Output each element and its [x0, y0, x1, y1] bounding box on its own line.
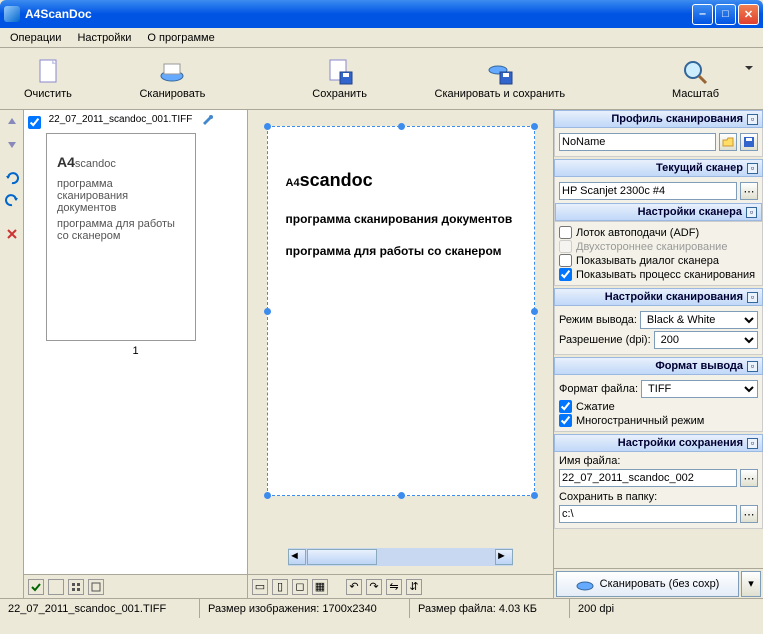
vertical-toolbar — [0, 110, 24, 598]
adf-checkbox[interactable]: Лоток автоподачи (ADF) — [559, 226, 758, 239]
profile-name-input[interactable] — [559, 133, 716, 151]
move-down-icon[interactable] — [4, 136, 20, 152]
scanner-icon — [158, 58, 186, 86]
thumbnail-panel: 22_07_2011_scandoc_001.TIFF A4scandoc пр… — [24, 110, 248, 598]
fit-width-icon[interactable]: ▭ — [252, 579, 268, 595]
collapse-icon[interactable]: ▫ — [747, 361, 758, 372]
uncheck-all-icon[interactable] — [48, 579, 64, 595]
scroll-left-icon[interactable]: ◄ — [288, 549, 306, 565]
folder-browse-button[interactable]: ⋯ — [740, 505, 758, 523]
save-button[interactable]: Сохранить — [298, 54, 381, 104]
status-bar: 22_07_2011_scandoc_001.TIFF Размер изобр… — [0, 598, 763, 618]
thumb-config-icon[interactable] — [200, 114, 214, 128]
multipage-checkbox[interactable]: Многостраничный режим — [559, 414, 758, 427]
thumb-checkbox[interactable] — [28, 116, 41, 129]
preview-area: A4scandoc программа сканирования докумен… — [248, 110, 553, 598]
collapse-icon[interactable]: ▫ — [747, 114, 758, 125]
status-filesize: Размер файла: 4.03 КБ — [410, 599, 570, 618]
scroll-right-icon[interactable]: ► — [495, 549, 513, 565]
close-button[interactable]: ✕ — [738, 4, 759, 25]
progress-checkbox[interactable]: Показывать процесс сканирования — [559, 268, 758, 281]
scanner-opts-header[interactable]: Настройки сканера▫ — [555, 203, 762, 221]
scan-nosave-button[interactable]: Сканировать (без сохр) — [556, 571, 739, 597]
scan-button[interactable]: Сканировать — [125, 54, 219, 104]
preview-hscroll[interactable]: ◄ ► — [288, 548, 513, 566]
format-header[interactable]: Формат вывода▫ — [554, 357, 763, 375]
thumb-toolbar — [24, 574, 247, 598]
check-all-icon[interactable] — [28, 579, 44, 595]
thumb-filename: 22_07_2011_scandoc_001.TIFF — [43, 114, 198, 125]
app-icon — [4, 6, 20, 22]
status-dpi: 200 dpi — [570, 599, 763, 618]
preview-page[interactable]: A4scandoc программа сканирования докумен… — [267, 126, 535, 496]
profile-header[interactable]: Профиль сканирования▫ — [554, 110, 763, 128]
preview-toolbar: ▭ ▯ ◻ ▦ ↶ ↷ ⇋ ⇵ — [248, 574, 553, 598]
main-toolbar: Очистить Сканировать Сохранить Сканирова… — [0, 48, 763, 110]
move-up-icon[interactable] — [4, 114, 20, 130]
page-icon — [34, 58, 62, 86]
grid-icon[interactable]: ▦ — [312, 579, 328, 595]
zoom-100-icon[interactable]: ◻ — [292, 579, 308, 595]
scan-save-button[interactable]: Сканировать и сохранить — [421, 54, 580, 104]
collapse-icon[interactable]: ▫ — [747, 438, 758, 449]
maximize-button[interactable]: □ — [715, 4, 736, 25]
compress-checkbox[interactable]: Сжатие — [559, 400, 758, 413]
toolbar-overflow-icon[interactable] — [745, 66, 753, 70]
minimize-button[interactable]: ‒ — [692, 4, 713, 25]
filename-browse-button[interactable]: ⋯ — [740, 469, 758, 487]
titlebar: A4ScanDoc ‒ □ ✕ — [0, 0, 763, 28]
scan-dropdown-button[interactable]: ▾ — [741, 571, 761, 597]
menu-about[interactable]: О программе — [141, 30, 220, 46]
rotate-left-icon[interactable] — [4, 170, 20, 186]
status-filename: 22_07_2011_scandoc_001.TIFF — [0, 599, 200, 618]
thumbnail-item[interactable]: 22_07_2011_scandoc_001.TIFF — [28, 114, 243, 129]
thumbnail-preview[interactable]: A4scandoc программа сканирования докумен… — [46, 133, 196, 341]
rotate-right-icon[interactable] — [4, 192, 20, 208]
filename-input[interactable] — [559, 469, 737, 487]
savesettings-header[interactable]: Настройки сохранения▫ — [554, 434, 763, 452]
folder-input[interactable] — [559, 505, 737, 523]
rotate-cw-icon[interactable]: ↷ — [366, 579, 382, 595]
app-title: A4ScanDoc — [25, 7, 692, 21]
grid-small-icon[interactable] — [68, 579, 84, 595]
save-profile-icon[interactable] — [740, 133, 758, 151]
save-icon — [326, 58, 354, 86]
duplex-checkbox: Двухстороннее сканирование — [559, 240, 758, 253]
fit-page-icon[interactable]: ▯ — [272, 579, 288, 595]
menu-settings[interactable]: Настройки — [71, 30, 137, 46]
mode-select[interactable]: Black & White — [640, 311, 758, 329]
scanner-icon — [576, 577, 594, 591]
menu-operations[interactable]: Операции — [4, 30, 67, 46]
open-profile-icon[interactable] — [719, 133, 737, 151]
clear-button[interactable]: Очистить — [10, 54, 86, 104]
collapse-icon[interactable]: ▫ — [747, 163, 758, 174]
zoom-button[interactable]: Масштаб — [658, 54, 733, 104]
dpi-select[interactable]: 200 — [654, 331, 758, 349]
scanner-name-input[interactable] — [559, 182, 737, 200]
delete-icon[interactable] — [4, 226, 20, 242]
dialog-checkbox[interactable]: Показывать диалог сканера — [559, 254, 758, 267]
magnifier-icon — [681, 58, 709, 86]
scanner-browse-button[interactable]: ⋯ — [740, 182, 758, 200]
flip-h-icon[interactable]: ⇋ — [386, 579, 402, 595]
grid-large-icon[interactable] — [88, 579, 104, 595]
rotate-ccw-icon[interactable]: ↶ — [346, 579, 362, 595]
flip-v-icon[interactable]: ⇵ — [406, 579, 422, 595]
scroll-thumb[interactable] — [307, 549, 377, 565]
menubar: Операции Настройки О программе — [0, 28, 763, 48]
collapse-icon[interactable]: ▫ — [746, 207, 757, 218]
status-imgsize: Размер изображения: 1700x2340 — [200, 599, 410, 618]
thumb-page-number: 1 — [28, 345, 243, 357]
settings-panel: Профиль сканирования▫ Текущий сканер▫ ⋯ … — [553, 110, 763, 598]
scansettings-header[interactable]: Настройки сканирования▫ — [554, 288, 763, 306]
format-select[interactable]: TIFF — [641, 380, 758, 398]
collapse-icon[interactable]: ▫ — [747, 292, 758, 303]
scanner-header[interactable]: Текущий сканер▫ — [554, 159, 763, 177]
scanner-save-icon — [486, 58, 514, 86]
